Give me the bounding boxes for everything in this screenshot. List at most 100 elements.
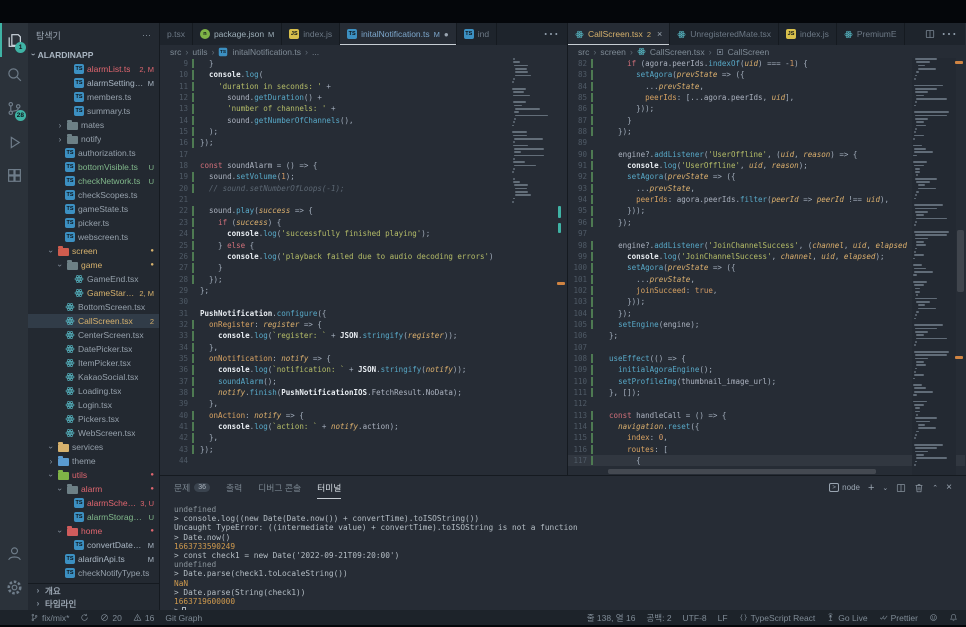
overview-ruler-right[interactable] bbox=[954, 58, 965, 475]
tree-item[interactable]: GameEnd.tsx bbox=[28, 272, 159, 286]
tree-folder[interactable]: ›utils● bbox=[28, 468, 159, 482]
explorer-section-header[interactable]: › ALARDINAPP bbox=[28, 47, 159, 62]
status-item-sync[interactable] bbox=[80, 613, 89, 622]
editor-tab[interactable]: CallScreen.tsx2× bbox=[568, 23, 670, 45]
split-terminal-icon[interactable] bbox=[896, 483, 906, 493]
run-debug-icon[interactable] bbox=[0, 125, 28, 159]
terminal-output[interactable]: undefined> console.log((new Date(Date.no… bbox=[160, 499, 966, 610]
settings-icon[interactable] bbox=[0, 570, 28, 604]
explorer-icon[interactable]: 1 bbox=[0, 23, 28, 57]
panel-tab[interactable]: 문제36 bbox=[174, 476, 210, 499]
tree-item[interactable]: TSconvertDateTi...M bbox=[28, 538, 159, 552]
tree-folder[interactable]: ›mates bbox=[28, 118, 159, 132]
panel-tab[interactable]: 터미널 bbox=[317, 476, 341, 499]
breadcrumb-right[interactable]: src›screen›CallScreen.tsx›CallScreen bbox=[568, 45, 965, 58]
status-item-braces[interactable]: TypeScript React bbox=[739, 613, 816, 623]
tree-folder[interactable]: ›screen● bbox=[28, 244, 159, 258]
tree-item[interactable]: ItemPicker.tsx bbox=[28, 356, 159, 370]
status-item-checks[interactable]: Prettier bbox=[879, 613, 918, 623]
extensions-icon[interactable] bbox=[0, 159, 28, 193]
editor-tab[interactable]: npackage.jsonM bbox=[193, 23, 282, 45]
code-area-left[interactable]: 9 }10 console.log(11 'duration in second… bbox=[160, 58, 567, 475]
status-item-tower[interactable]: Go Live bbox=[826, 613, 867, 623]
minimap-left[interactable] bbox=[512, 58, 556, 218]
tree-item[interactable]: TSpicker.ts bbox=[28, 216, 159, 230]
panel-tab[interactable]: 출력 bbox=[226, 476, 242, 499]
tree-item[interactable]: TSgameState.ts bbox=[28, 202, 159, 216]
sidebar-actions-icon[interactable]: ⋯ bbox=[142, 30, 151, 41]
terminal-dropdown-chevron-icon[interactable]: ⌄ bbox=[882, 484, 888, 492]
status-item[interactable]: 줄 138, 열 16 bbox=[587, 612, 636, 624]
new-terminal-button[interactable]: + bbox=[868, 482, 874, 494]
tree-folder[interactable]: ›theme bbox=[28, 454, 159, 468]
sidebar-section-개요[interactable]: ›개요 bbox=[28, 584, 159, 597]
status-item[interactable]: 공백: 2 bbox=[646, 612, 671, 624]
status-item[interactable]: Git Graph bbox=[165, 613, 202, 623]
tree-item[interactable]: TScheckNetwork.tsU bbox=[28, 174, 159, 188]
breadcrumb-item[interactable]: ... bbox=[312, 47, 319, 57]
split-editor-icon[interactable] bbox=[925, 29, 935, 39]
account-icon[interactable] bbox=[0, 536, 28, 570]
status-item-error[interactable]: 20 bbox=[100, 613, 121, 623]
tree-item[interactable]: GameStart.t...2, M bbox=[28, 286, 159, 300]
tree-item[interactable]: TSwebscreen.ts bbox=[28, 230, 159, 244]
tree-item[interactable]: Loading.tsx bbox=[28, 384, 159, 398]
horizontal-scrollbar[interactable] bbox=[608, 469, 876, 474]
tree-item[interactable]: DatePicker.tsx bbox=[28, 342, 159, 356]
tree-item[interactable]: CenterScreen.tsx bbox=[28, 328, 159, 342]
tree-item[interactable]: CallScreen.tsx2 bbox=[28, 314, 159, 328]
tree-item[interactable]: BottomScreen.tsx bbox=[28, 300, 159, 314]
editor-tab[interactable]: JSindex.js bbox=[282, 23, 340, 45]
tree-item[interactable]: TSbottomVisible.tsU bbox=[28, 160, 159, 174]
tree-item[interactable]: Pickers.tsx bbox=[28, 412, 159, 426]
close-tab-icon[interactable]: × bbox=[657, 29, 662, 39]
tree-item[interactable]: Login.tsx bbox=[28, 398, 159, 412]
tree-item[interactable]: TScheckScopes.ts bbox=[28, 188, 159, 202]
tree-item[interactable]: TSsummary.ts bbox=[28, 104, 159, 118]
breadcrumb-item[interactable]: screen bbox=[600, 47, 626, 57]
breadcrumb-item[interactable]: initalNotification.ts bbox=[232, 47, 301, 57]
tree-item[interactable]: KakaoSocial.tsx bbox=[28, 370, 159, 384]
status-item-branch[interactable]: fix/mix* bbox=[30, 613, 69, 623]
tree-item[interactable]: TScheckNotifyType.ts bbox=[28, 566, 159, 580]
shell-selector[interactable]: > node bbox=[829, 483, 860, 492]
more-tabs-icon[interactable]: ⋯ bbox=[941, 24, 957, 44]
editor-tab[interactable]: TSind bbox=[457, 23, 497, 45]
breadcrumb-item[interactable]: CallScreen bbox=[728, 47, 770, 57]
status-item[interactable]: UTF-8 bbox=[683, 613, 707, 623]
minimap-right[interactable] bbox=[912, 58, 956, 475]
source-control-icon[interactable]: 28 bbox=[0, 91, 28, 125]
overview-ruler-left[interactable] bbox=[556, 58, 567, 475]
status-item-bell[interactable] bbox=[949, 613, 958, 622]
tree-item[interactable]: TSalarmSettings.tsM bbox=[28, 76, 159, 90]
code-area-right[interactable]: 82 if (agora.peerIds.indexOf(uid) === -1… bbox=[568, 58, 965, 475]
tree-folder[interactable]: ›alarm● bbox=[28, 482, 159, 496]
breadcrumb-item[interactable]: src bbox=[578, 47, 589, 57]
search-icon[interactable] bbox=[0, 57, 28, 91]
tree-folder[interactable]: ›services bbox=[28, 440, 159, 454]
breadcrumb-item[interactable]: CallScreen.tsx bbox=[650, 47, 705, 57]
kill-terminal-trash-icon[interactable] bbox=[914, 483, 924, 493]
breadcrumb-left[interactable]: src›utils›TSinitalNotification.ts›... bbox=[160, 45, 567, 58]
tree-folder[interactable]: ›notify bbox=[28, 132, 159, 146]
status-item-feedback[interactable] bbox=[929, 613, 938, 622]
tree-folder[interactable]: ›game● bbox=[28, 258, 159, 272]
tree-item[interactable]: TSalarmStorage.tsU bbox=[28, 510, 159, 524]
tree-item[interactable]: TSalardinApi.tsM bbox=[28, 552, 159, 566]
maximize-panel-icon[interactable]: ⌃ bbox=[932, 484, 938, 492]
tree-item[interactable]: WebScreen.tsx bbox=[28, 426, 159, 440]
status-item-warning[interactable]: 16 bbox=[133, 613, 154, 623]
tree-item[interactable]: TSmembers.ts bbox=[28, 90, 159, 104]
panel-tab[interactable]: 디버그 콘솔 bbox=[258, 476, 301, 499]
status-item[interactable]: LF bbox=[718, 613, 728, 623]
tree-item[interactable]: TSalarmList.ts2, M bbox=[28, 62, 159, 76]
breadcrumb-item[interactable]: utils bbox=[192, 47, 207, 57]
tree-folder[interactable]: ›home● bbox=[28, 524, 159, 538]
editor-tab[interactable]: p.tsx bbox=[160, 23, 193, 45]
vertical-scrollbar[interactable] bbox=[957, 230, 964, 292]
breadcrumb-item[interactable]: src bbox=[170, 47, 181, 57]
tree-item[interactable]: TSalarmSched...3, U bbox=[28, 496, 159, 510]
close-panel-icon[interactable]: × bbox=[946, 482, 952, 493]
editor-tab[interactable]: TSinitalNotification.tsM● bbox=[340, 23, 457, 45]
tree-item[interactable]: TSauthorization.ts bbox=[28, 146, 159, 160]
